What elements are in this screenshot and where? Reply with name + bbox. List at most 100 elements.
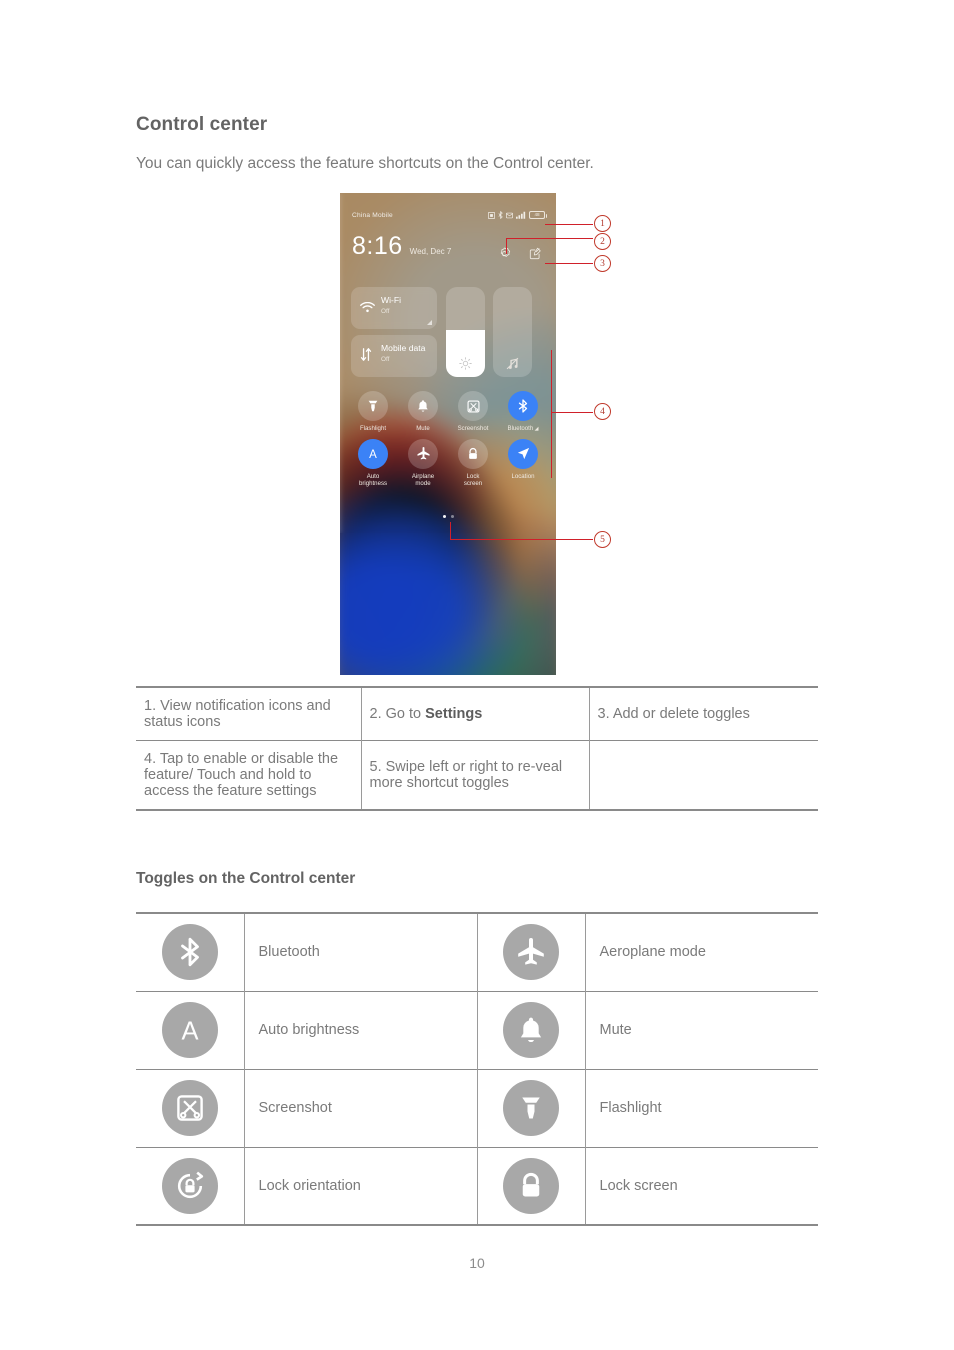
step-cell-5: 5. Swipe left or right to re-veal more s… [360,740,590,811]
toggle-icon-cell [136,912,245,991]
auto-brightness-icon: A [358,438,388,469]
status-icons: 48 [488,211,547,219]
step-cell-2-prefix: 2. Go to [369,706,426,722]
callout-line-2-v [506,238,508,254]
flashlight-icon [358,391,388,421]
volume-slider[interactable] [493,287,532,377]
svg-text:A: A [181,1017,198,1045]
settings-gear-icon[interactable] [498,247,511,260]
callout-number-5: 5 [594,531,611,548]
bluetooth-icon [508,391,538,421]
wifi-card-status: Off [381,308,390,315]
toggle-name-cell: Lock screen [584,1146,818,1226]
step-cell-empty [588,740,818,811]
callout-line-4-h [551,412,593,414]
toggle-name-cell: Aeroplane mode [584,912,818,991]
page-dot-active [442,515,446,518]
signal-bars-icon [516,211,526,219]
toggle-label: Auto brightness [358,472,388,488]
toggle-name-cell: Lock orientation [243,1146,478,1226]
toggle-location[interactable]: Location [498,438,548,488]
mail-icon [506,212,513,218]
toggle-label: Bluetooth ◢ [507,425,539,432]
edit-toggles-icon[interactable] [529,247,542,260]
toggle-icon-cell [476,1068,586,1147]
toggle-label: Location [511,472,535,480]
carrier-label: China Mobile [352,212,393,219]
expand-arrow-icon: ◢ [533,426,539,432]
toggle-airplane-mode[interactable]: Airplane mode [398,438,448,488]
phone-screenshot: China Mobile 48 8:16 Wed, Dec 7 Wi-Fi Of… [340,193,556,675]
wifi-card[interactable]: Wi-Fi Off [351,287,437,329]
airplane-icon [503,924,559,981]
toggle-name-cell: Bluetooth [243,912,478,991]
clock-row: 8:16 Wed, Dec 7 [352,234,451,259]
brightness-slider[interactable] [446,287,485,377]
toggle-name-cell: Flashlight [584,1068,818,1147]
bluetooth-icon [161,924,218,981]
step-cell-1: 1. View notification icons and status ic… [136,686,362,741]
toggle-label: Mute [416,425,430,432]
page-dots[interactable] [340,515,556,518]
flashlight-icon [503,1080,559,1136]
toggle-label: Lock screen [463,472,483,488]
step-cell-2: 2. Go to Settings [360,686,590,741]
mobile-data-card-status: Off [381,356,390,363]
toggle-icon-cell [476,912,586,991]
callout-line-4-v [551,350,553,478]
toggle-bluetooth[interactable]: Bluetooth ◢ [498,391,548,433]
notification-icon [488,211,495,219]
bell-icon [408,391,438,421]
document-page: Control center You can quickly access th… [0,0,954,1350]
settings-bold: Settings [425,706,483,722]
table-row: A Auto brightness Mute [136,990,818,1069]
toggle-label: Screenshot [457,425,489,432]
auto-brightness-icon: A [161,1002,218,1058]
step-cell-3: 3. Add or delete toggles [588,686,818,741]
toggle-row-1: Flashlight Mute Screenshot Bluetooth ◢ [348,391,548,433]
steps-table: 1. View notification icons and status ic… [136,686,818,811]
callout-number-3: 3 [594,255,611,272]
mobile-data-icon [360,348,372,366]
lock-icon [458,438,488,469]
callout-line-1 [545,224,593,226]
toggles-table: Bluetooth Aeroplane mode A Auto brightne… [136,912,818,1226]
panel-actions [498,247,542,260]
clock-date: Wed, Dec 7 [409,247,452,256]
toggle-icon-cell [136,1146,245,1226]
brightness-icon [446,357,485,370]
table-row: 1. View notification icons and status ic… [136,686,818,741]
callout-number-4: 4 [594,403,611,420]
toggle-lock-screen[interactable]: Lock screen [448,438,498,488]
wifi-icon [360,300,375,318]
bell-icon [503,1002,559,1058]
page-dot-inactive [450,515,454,518]
expand-corner-icon[interactable] [427,320,432,325]
callout-line-5-v [450,522,452,540]
toggle-flashlight[interactable]: Flashlight [348,391,398,433]
lock-icon [503,1157,559,1214]
toggle-grid: Flashlight Mute Screenshot Bluetooth ◢ A… [348,391,548,488]
location-icon [508,438,538,469]
table-row: 4. Tap to enable or disable the feature/… [136,740,818,811]
toggle-mute[interactable]: Mute [398,391,448,433]
mobile-data-card[interactable]: Mobile data Off [351,335,437,377]
page-title: Control center [136,114,268,135]
clock-time: 8:16 [352,232,403,260]
toggle-label: Flashlight [359,425,387,432]
quick-cards: Wi-Fi Off Mobile data Off [351,287,545,379]
callout-line-2-h [506,238,593,240]
toggle-screenshot[interactable]: Screenshot [448,391,498,433]
airplane-icon [408,438,438,469]
callout-line-5-h [450,539,593,541]
toggle-icon-cell [476,990,586,1069]
battery-icon: 48 [529,211,547,219]
mobile-data-card-title: Mobile data [381,343,426,353]
battery-level: 48 [534,211,540,217]
toggle-name-cell: Auto brightness [243,990,478,1069]
lock-orientation-icon [161,1157,218,1214]
toggle-auto-brightness[interactable]: A Auto brightness [348,438,398,488]
toggle-icon-cell [136,1068,245,1147]
callout-number-1: 1 [594,215,611,232]
svg-text:A: A [369,449,377,461]
